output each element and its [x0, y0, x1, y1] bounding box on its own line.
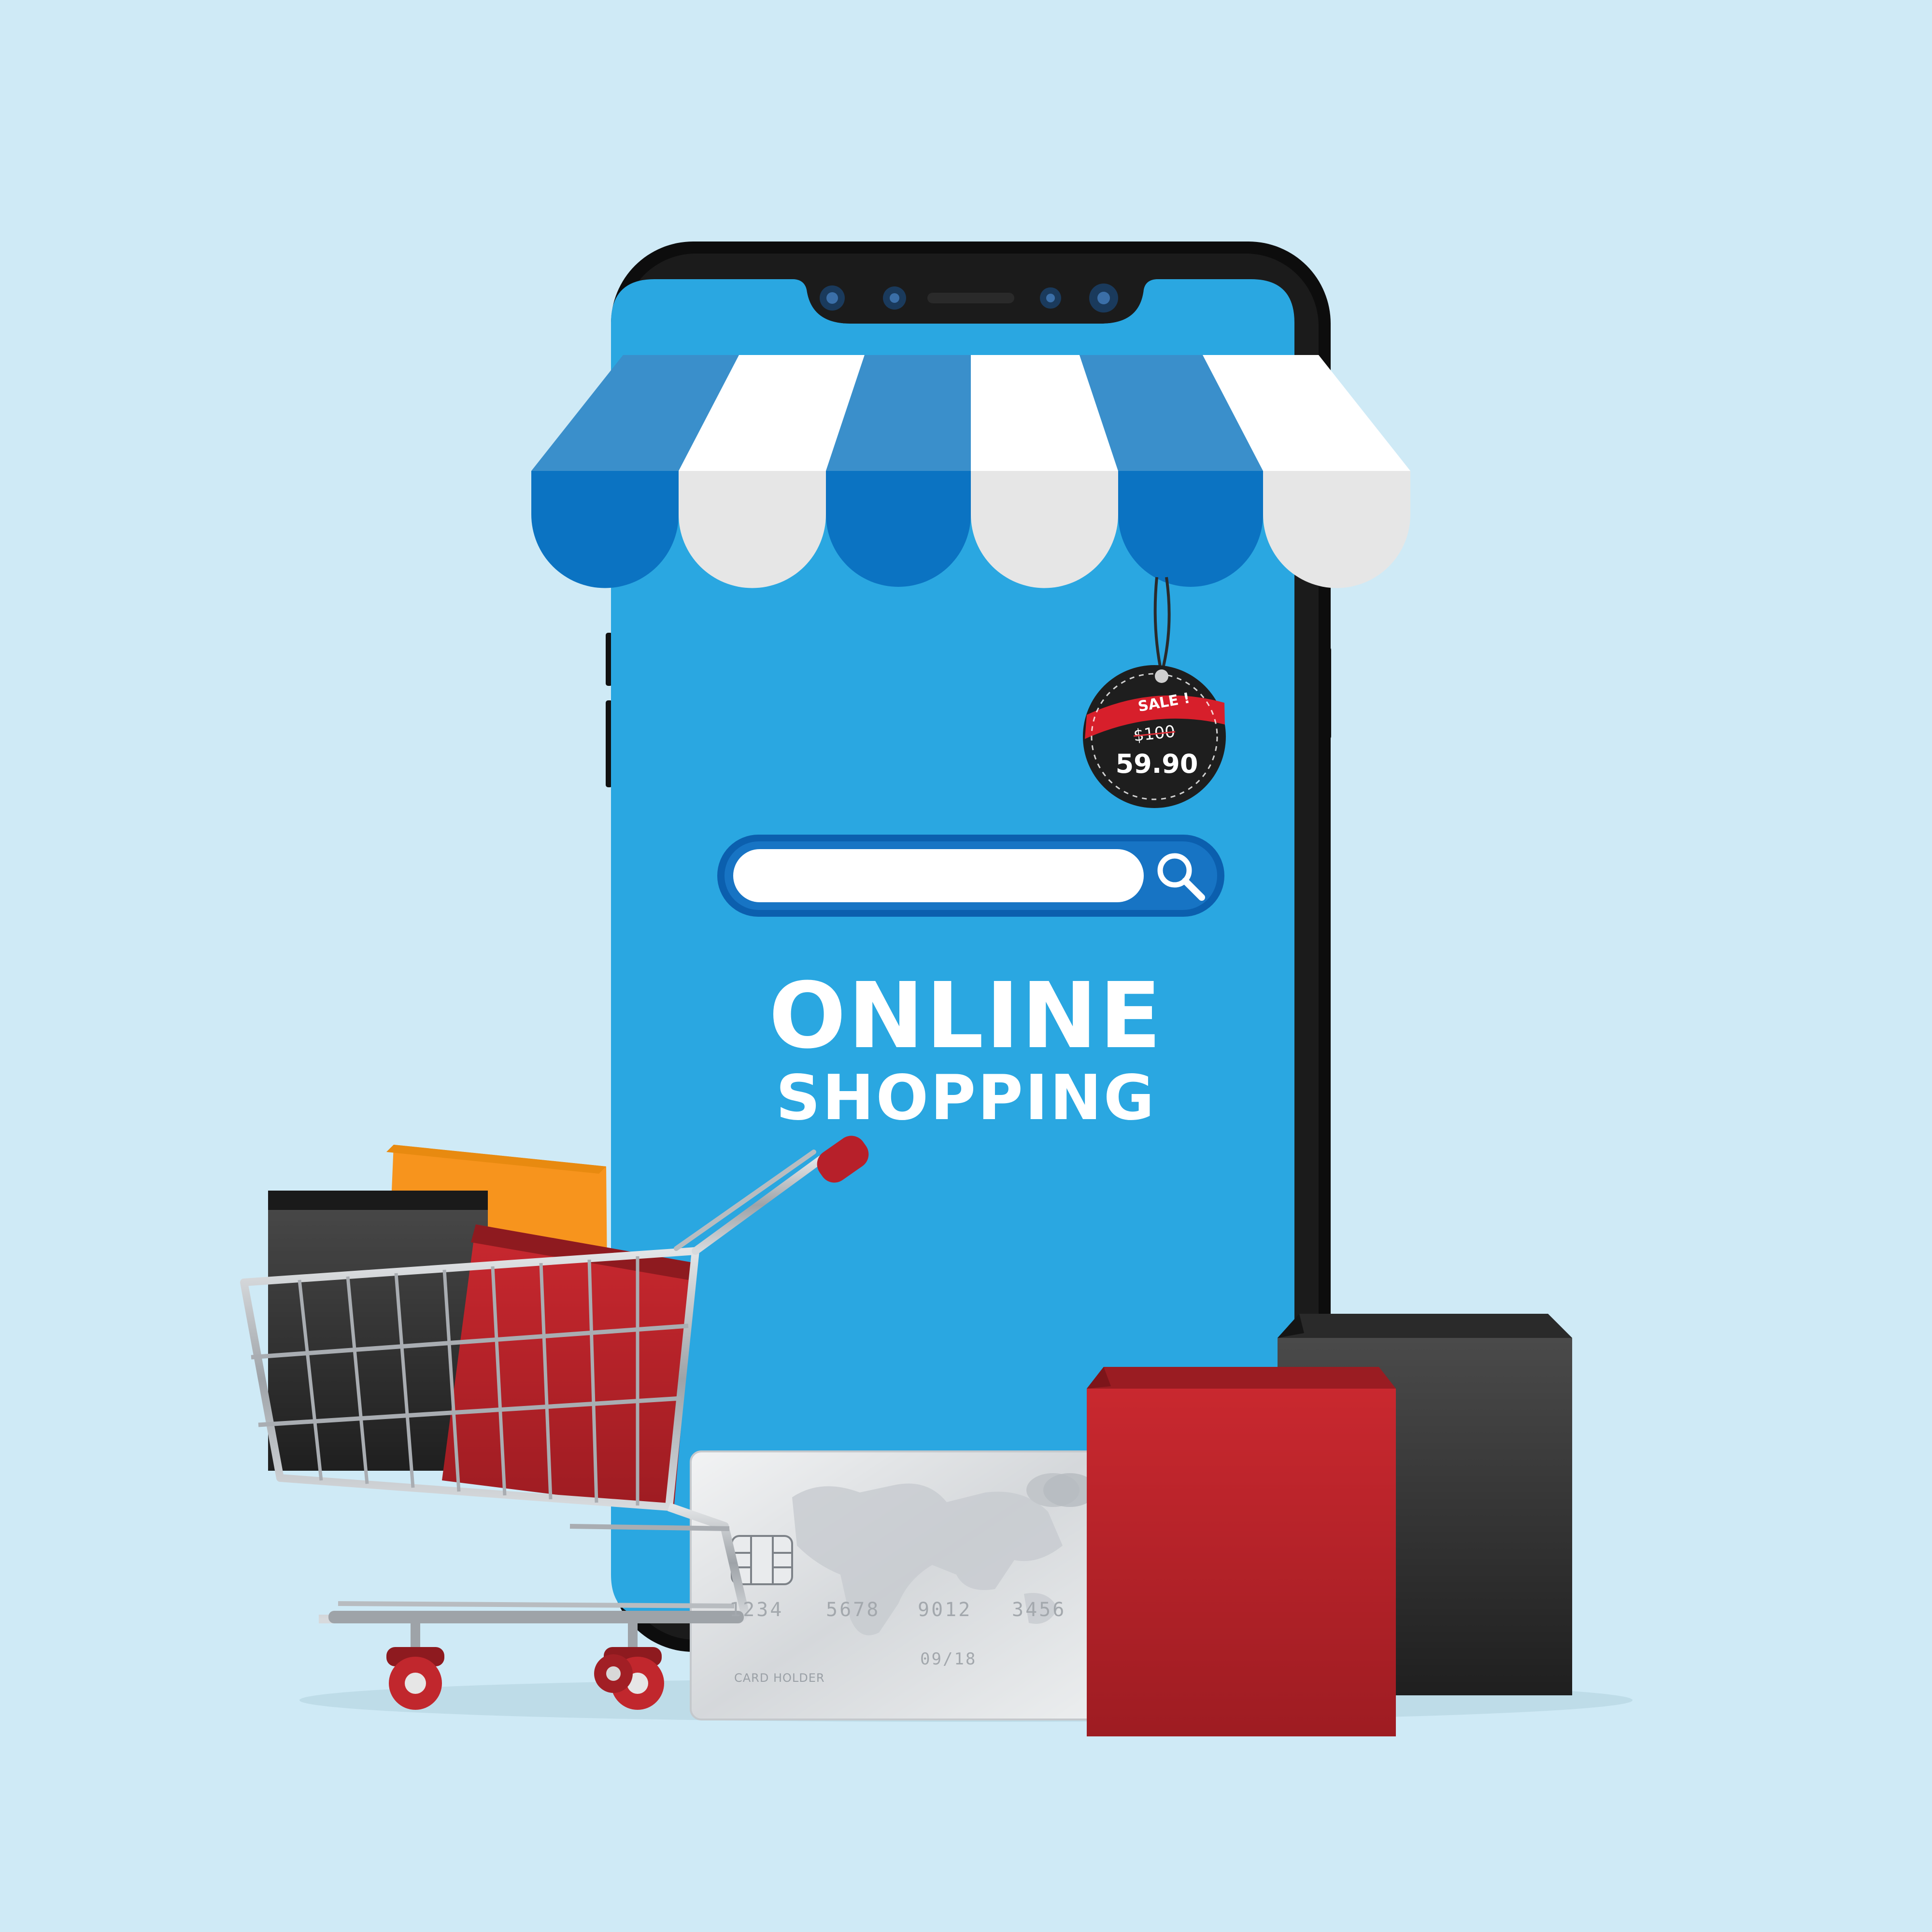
card-number-group: 9012 [918, 1599, 972, 1621]
cart-wheel [594, 1654, 633, 1693]
search-input[interactable] [733, 849, 1144, 902]
red-shopping-bag [1087, 1367, 1396, 1736]
card-holder-label: CARD HOLDER [734, 1671, 825, 1685]
card-number-group: 3456 [1012, 1599, 1066, 1621]
card-expiry: 09/18 [920, 1649, 977, 1669]
camera-lens [826, 292, 838, 304]
cart-wheel [386, 1647, 444, 1710]
card-number-group: 5678 [826, 1599, 881, 1621]
card-number-group: 1234 [729, 1599, 784, 1621]
headline-online: ONLINE [768, 963, 1164, 1069]
search-button[interactable] [1150, 847, 1208, 905]
speaker-grille [927, 293, 1014, 303]
headline-shopping: SHOPPING [776, 1062, 1156, 1134]
sale-price: 59.90 [1115, 749, 1198, 779]
